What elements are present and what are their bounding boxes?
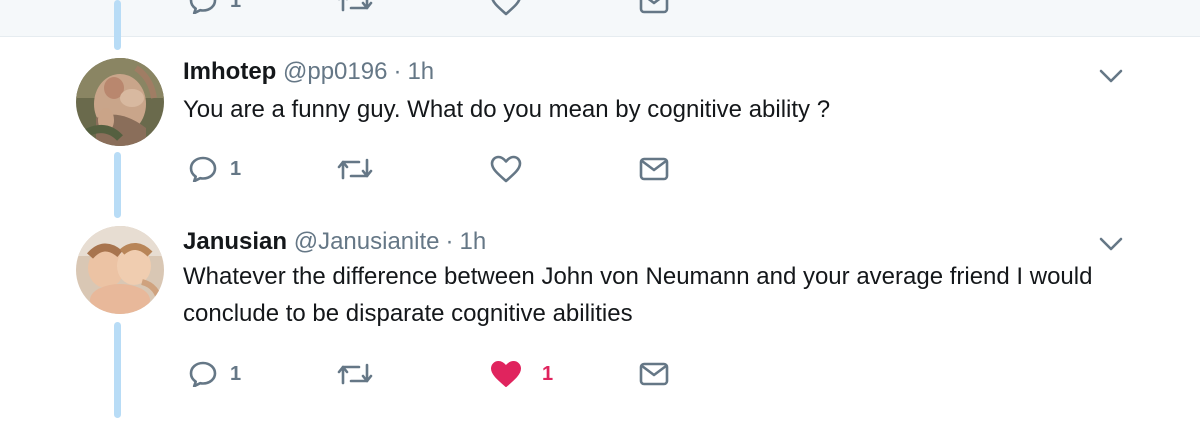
message-button[interactable] (639, 362, 669, 386)
author-name[interactable]: Janusian (183, 228, 287, 255)
tweet[interactable]: Imhotep @pp0196 · 1h You are a funny guy. … (0, 36, 1200, 206)
reply-button[interactable]: 1 (188, 0, 241, 14)
retweet-icon (337, 158, 373, 180)
timestamp[interactable]: 1h (460, 228, 487, 255)
reply-icon (189, 361, 217, 387)
chevron-down-icon[interactable] (1098, 234, 1124, 254)
chevron-down-icon[interactable] (1098, 66, 1124, 86)
separator-dot: · (445, 228, 454, 255)
tweet-header: Imhotep @pp0196 · 1h (183, 58, 434, 86)
reply-icon (189, 0, 217, 14)
retweet-icon (338, 0, 373, 12)
retweet-icon (337, 363, 373, 385)
avatar[interactable] (76, 58, 164, 146)
timestamp[interactable]: 1h (407, 58, 434, 85)
mail-icon (639, 157, 669, 181)
like-button[interactable]: 1 (490, 360, 553, 388)
tweet[interactable]: Janusian @Janusianite · 1h Whatever the di… (0, 206, 1200, 426)
cherubs-painting-avatar-icon (76, 226, 164, 314)
mail-icon (639, 362, 669, 386)
heart-icon (490, 155, 522, 183)
tweet-text: You are a funny guy. What do you mean by… (183, 96, 831, 123)
like-button[interactable] (490, 0, 522, 16)
reply-button[interactable]: 1 (188, 361, 241, 387)
reply-count: 1 (230, 157, 242, 180)
retweet-button[interactable] (337, 361, 373, 387)
reply-count: 1 (230, 362, 242, 385)
tweet-text: Whatever the difference between John von… (183, 263, 1093, 327)
heart-filled-icon (491, 361, 521, 387)
classical-painting-avatar-icon (76, 58, 164, 146)
retweet-button[interactable] (337, 0, 373, 14)
mail-icon (639, 0, 669, 14)
reply-count: 1 (230, 0, 242, 12)
message-button[interactable] (639, 0, 669, 14)
reply-icon (189, 156, 217, 182)
tweet-header: Janusian @Janusianite · 1h (183, 228, 486, 256)
avatar[interactable] (76, 226, 164, 314)
heart-icon (491, 0, 521, 16)
previous-tweet[interactable]: 1 (0, 0, 1200, 37)
author-handle[interactable]: @Janusianite (294, 228, 440, 255)
author-handle[interactable]: @pp0196 (283, 58, 387, 85)
separator-dot: · (393, 58, 402, 85)
author-name[interactable]: Imhotep (183, 58, 276, 85)
like-button[interactable] (490, 155, 522, 183)
reply-button[interactable]: 1 (188, 156, 241, 182)
like-count: 1 (542, 362, 554, 385)
retweet-button[interactable] (337, 156, 373, 182)
message-button[interactable] (639, 157, 669, 181)
